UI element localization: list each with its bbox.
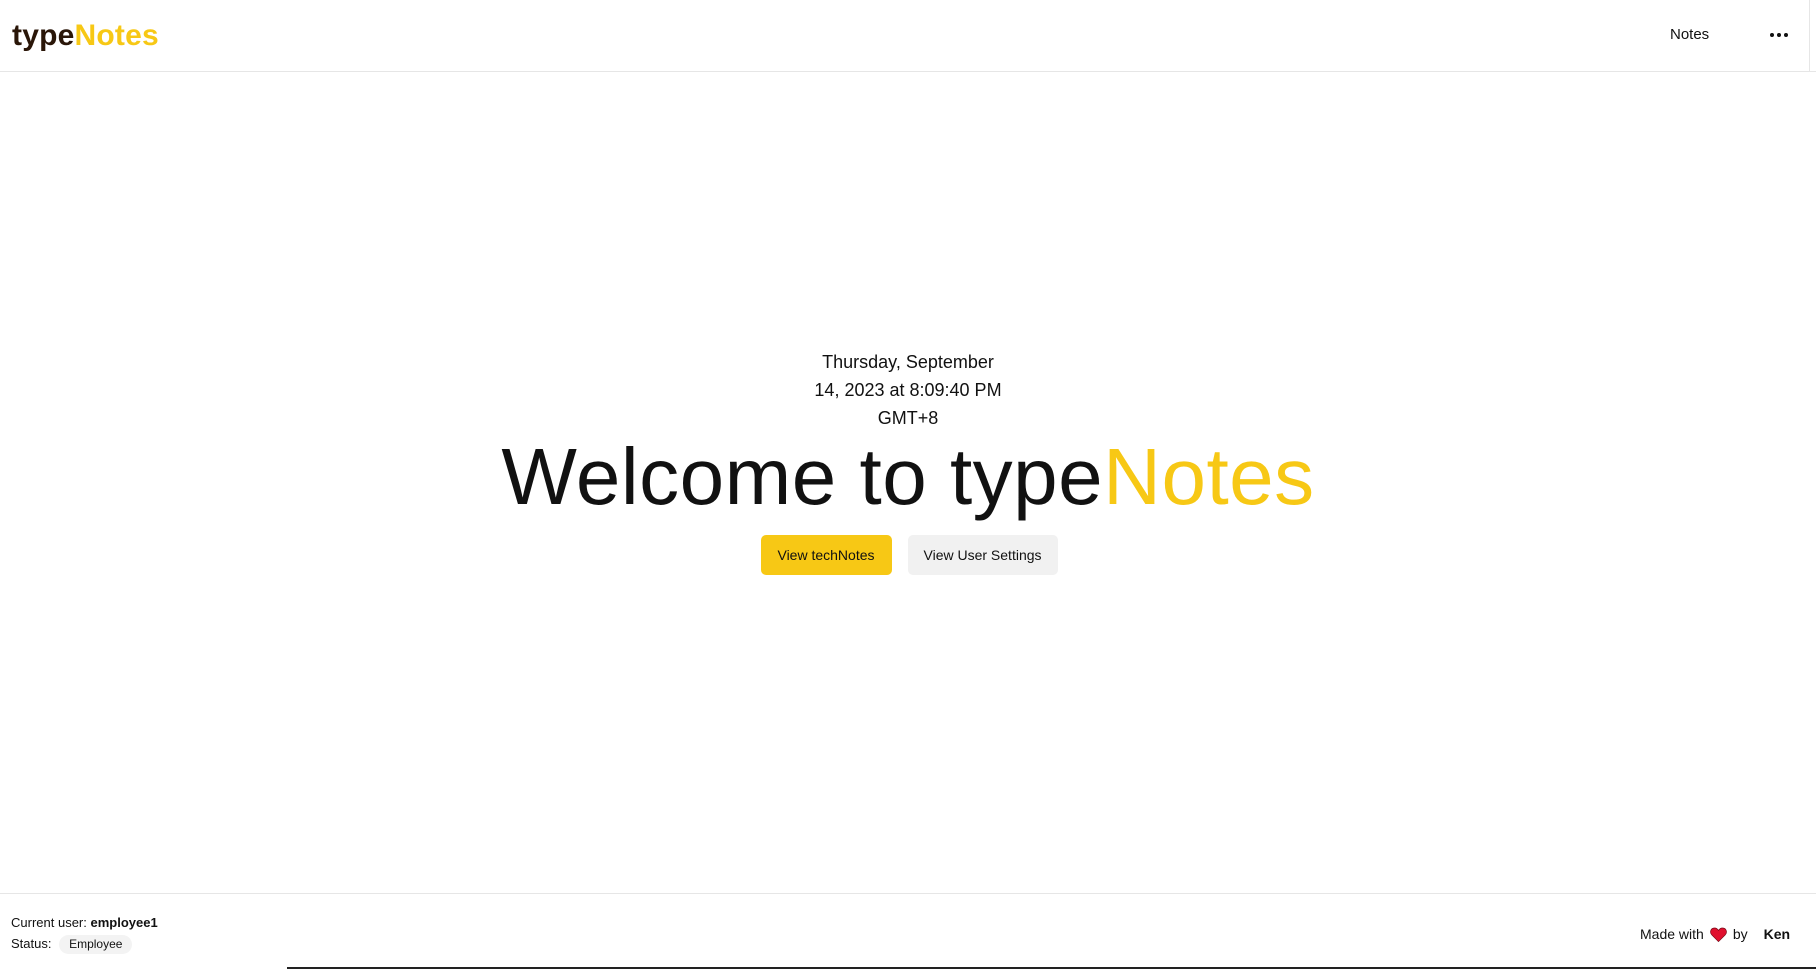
- app-logo[interactable]: typeNotes: [12, 18, 159, 54]
- view-user-settings-button[interactable]: View User Settings: [907, 535, 1058, 575]
- logo-text-type: type: [12, 19, 75, 52]
- ellipsis-icon: [1770, 33, 1774, 37]
- status-row: Status: Employee: [11, 933, 158, 954]
- current-user-value: employee1: [90, 915, 158, 930]
- datetime-line-1: Thursday, September: [822, 352, 994, 372]
- author-name: Ken: [1763, 926, 1791, 942]
- logo-text-notes: Notes: [74, 19, 159, 52]
- more-options-button[interactable]: [1764, 22, 1794, 48]
- status-badge: Employee: [59, 935, 133, 954]
- datetime-line-2: 14, 2023 at 8:09:40 PM: [814, 380, 1002, 400]
- scrollbar-track: [1809, 0, 1810, 72]
- nav-link-notes[interactable]: Notes: [1670, 25, 1709, 45]
- current-user-row: Current user: employee1: [11, 912, 158, 933]
- made-with-label: Made with: [1640, 926, 1704, 942]
- ellipsis-icon-dot: [1784, 33, 1788, 37]
- welcome-section: Thursday, September 14, 2023 at 8:09:40 …: [0, 72, 1816, 892]
- page: typeNotes Notes Thursday, September 14, …: [0, 0, 1816, 969]
- credits: Made with by Ken: [1640, 924, 1790, 944]
- by-label: by: [1732, 926, 1748, 942]
- footer: Current user: employee1 Status: Employee…: [0, 893, 1816, 969]
- welcome-heading-brand: Notes: [1103, 432, 1315, 521]
- welcome-heading: Welcome to typeNotes: [0, 429, 1816, 525]
- top-nav-bar: typeNotes Notes: [0, 0, 1816, 72]
- view-technotes-button[interactable]: View techNotes: [760, 535, 892, 575]
- heart-icon: [1710, 927, 1727, 942]
- welcome-heading-prefix: Welcome to type: [501, 432, 1104, 521]
- ellipsis-icon-dot: [1777, 33, 1781, 37]
- datetime-line-3: GMT+8: [877, 408, 939, 428]
- status-label: Status:: [11, 936, 52, 951]
- current-user-label: Current user:: [11, 915, 87, 930]
- action-buttons: View techNotes View User Settings: [0, 535, 1816, 575]
- user-info: Current user: employee1 Status: Employee: [11, 912, 158, 954]
- current-datetime: Thursday, September 14, 2023 at 8:09:40 …: [808, 348, 1008, 432]
